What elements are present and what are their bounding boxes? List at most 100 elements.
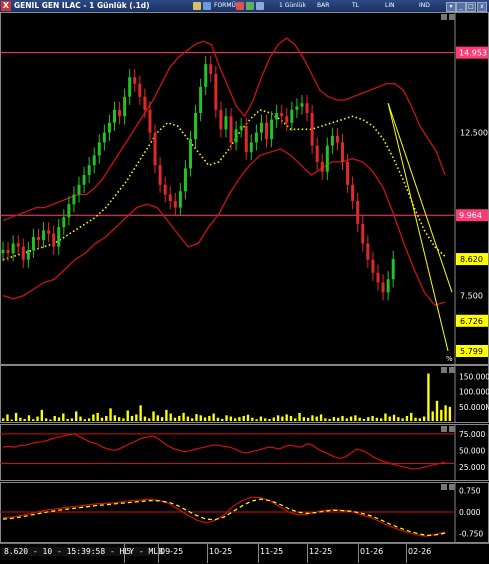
candle-body: [305, 103, 309, 114]
volume-bar: [281, 416, 284, 421]
volume-bar: [238, 417, 241, 421]
volume-bar: [285, 414, 288, 421]
candle-body: [295, 106, 299, 110]
volume-bar: [62, 413, 65, 421]
volume-bar: [92, 414, 95, 421]
macd-y-tick-label: 0.750: [459, 487, 481, 496]
volume-bar: [246, 414, 250, 421]
window-maximize-button[interactable]: □: [466, 2, 476, 12]
candle-body: [290, 109, 294, 123]
candle-body: [204, 64, 208, 87]
candle-body: [265, 122, 269, 140]
volume-y-tick-label: 50.000M: [459, 403, 489, 412]
volume-bar: [27, 415, 31, 421]
volume-bar: [79, 416, 82, 421]
volume-bar: [319, 414, 323, 421]
x-tick-label: 12-25: [309, 547, 333, 556]
candle-body: [1, 249, 5, 254]
price-tag-label: 5.799: [460, 347, 483, 356]
window-menu-button[interactable]: ▾: [446, 2, 456, 12]
volume-bar: [173, 417, 177, 421]
macd-y-tick-label: -0.750: [459, 529, 483, 538]
volume-bar: [44, 418, 48, 421]
volume-bar: [208, 415, 211, 421]
toolbar-icon-5[interactable]: [256, 2, 264, 10]
macd-y-tick-label: 0.000: [459, 508, 481, 517]
volume-panel: [0, 365, 489, 423]
toolbar-icon-1[interactable]: [193, 2, 201, 10]
toolbar-indicator[interactable]: IND: [419, 1, 430, 11]
panel-control-icon: [449, 484, 455, 490]
volume-bar: [190, 418, 194, 421]
candle-body: [259, 122, 263, 133]
volume-bar: [354, 415, 357, 421]
price-tag-label: 8.620: [460, 255, 483, 264]
candle-body: [270, 119, 274, 140]
volume-bar: [49, 419, 52, 421]
panel-control-icon: [449, 426, 455, 432]
candle-body: [351, 184, 355, 202]
candle-body: [346, 161, 350, 185]
candle-body: [244, 126, 248, 153]
toolbar-currency[interactable]: TL: [352, 1, 359, 11]
volume-bar: [341, 415, 344, 421]
x-tick-label: 11-25: [260, 547, 284, 556]
toolbar-icon-2[interactable]: [203, 2, 211, 10]
candle-body: [153, 132, 157, 166]
candle-body: [341, 142, 345, 162]
x-axis-separator: [307, 544, 308, 563]
volume-bar: [272, 417, 275, 421]
volume-bar: [169, 413, 172, 421]
volume-bar: [276, 415, 280, 421]
volume-bar: [306, 417, 310, 421]
candle-body: [371, 259, 375, 273]
candle-body: [275, 113, 279, 120]
toolbar-icon-3[interactable]: [236, 2, 244, 10]
candle-body: [315, 145, 319, 162]
volume-bar: [212, 413, 215, 421]
volume-bar: [203, 417, 207, 421]
candle-body: [199, 86, 203, 114]
volume-bar: [349, 416, 353, 421]
volume-bar: [431, 411, 434, 421]
volume-bar: [315, 416, 318, 421]
price-y-tick-label: 12.500: [460, 129, 488, 138]
window-close-button-right[interactable]: x: [477, 2, 487, 12]
volume-bar: [384, 413, 387, 421]
candle-body: [123, 96, 127, 117]
candle-body: [366, 243, 370, 260]
volume-bar: [66, 418, 69, 421]
candle-body: [173, 201, 177, 208]
volume-bar: [96, 412, 99, 421]
volume-bar: [122, 418, 125, 421]
candle-body: [92, 155, 96, 166]
volume-bar: [298, 412, 301, 421]
volume-bar: [362, 418, 366, 421]
candle-body: [224, 116, 228, 130]
candle-body: [143, 96, 147, 110]
toolbar-bar[interactable]: BAR: [317, 1, 329, 11]
toolbar-scale[interactable]: LIN: [385, 1, 395, 11]
price-y-tick-label: 7.500: [460, 292, 483, 301]
volume-bar: [448, 406, 452, 421]
window-minimize-button[interactable]: _: [456, 2, 466, 12]
volume-bar: [143, 416, 147, 421]
volume-bar: [392, 414, 396, 421]
candle-body: [148, 109, 152, 133]
volume-bar: [130, 415, 134, 421]
candle-body: [102, 132, 106, 143]
candle-body: [138, 83, 142, 97]
candle-body: [219, 109, 223, 130]
stock-chart[interactable]: 7.50010.00012.50014.9539.9648.6206.7265.…: [0, 12, 489, 543]
volume-bar: [135, 414, 138, 421]
toolbar-icon-4[interactable]: [246, 2, 254, 10]
candle-body: [47, 230, 51, 234]
window-close-button[interactable]: X: [1, 1, 11, 11]
toolbar-period[interactable]: 1 Günlük: [279, 1, 306, 11]
candle-body: [188, 139, 192, 169]
candle-body: [249, 142, 253, 153]
volume-bar: [264, 418, 267, 421]
volume-bar: [440, 409, 443, 421]
candle-body: [26, 249, 30, 260]
volume-bar: [75, 411, 78, 421]
